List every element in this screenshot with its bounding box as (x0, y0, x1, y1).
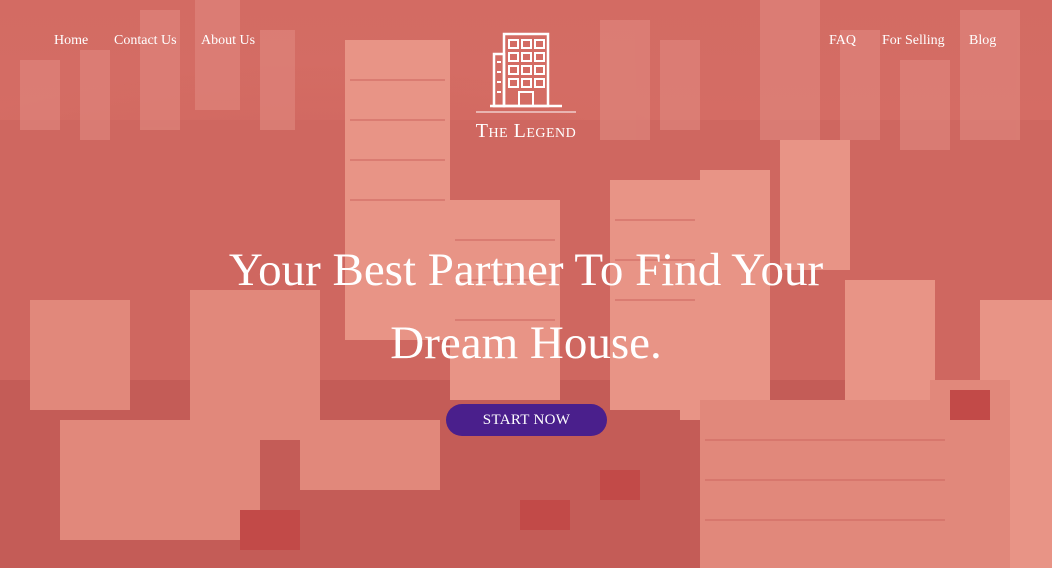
building-icon (490, 32, 562, 108)
logo-divider (476, 111, 576, 113)
hero-headline: Your Best Partner To Find Your Dream Hou… (126, 234, 926, 380)
headline-line-2: Dream House. (390, 317, 662, 369)
start-now-button[interactable]: START NOW (446, 404, 607, 436)
nav-about-link[interactable]: About Us (201, 33, 255, 49)
nav-faq-link[interactable]: FAQ (829, 33, 856, 49)
nav-contact-link[interactable]: Contact Us (114, 33, 177, 49)
headline-line-1: Your Best Partner To Find Your (228, 244, 824, 296)
brand-name: The Legend (475, 120, 577, 142)
nav-blog-link[interactable]: Blog (969, 33, 996, 49)
nav-home-link[interactable]: Home (54, 33, 88, 49)
brand-logo[interactable]: The Legend (460, 30, 592, 148)
nav-selling-link[interactable]: For Selling (882, 33, 945, 49)
